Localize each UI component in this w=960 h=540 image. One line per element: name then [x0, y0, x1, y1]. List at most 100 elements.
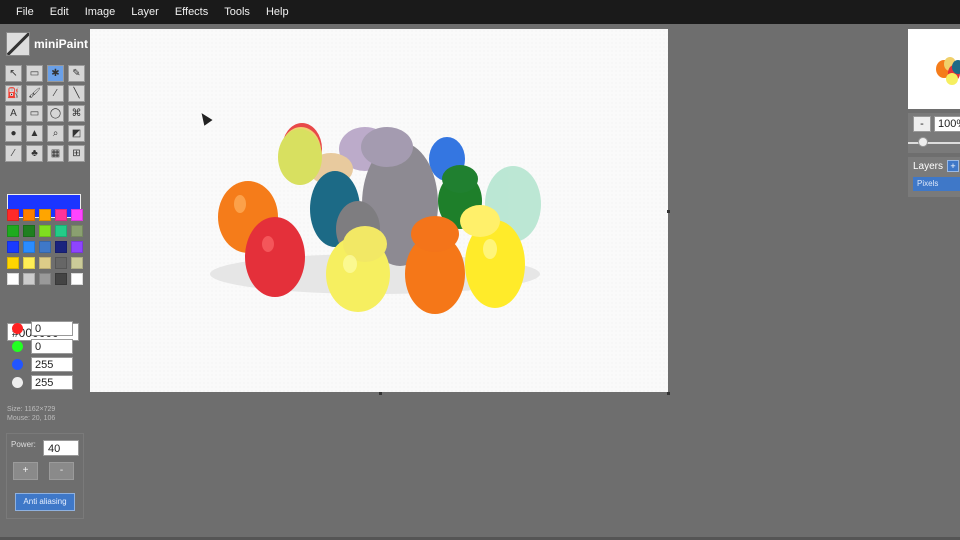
text-icon: A — [10, 108, 17, 119]
tool-button[interactable]: ▭ — [26, 65, 43, 82]
tool-button[interactable]: ◩ — [68, 125, 85, 142]
add-layer-button[interactable]: + — [947, 160, 959, 172]
channel-green: 0 — [12, 339, 73, 354]
app-logo: miniPaint — [6, 32, 88, 56]
tool-button[interactable]: ◯ — [47, 105, 64, 122]
menu-bar: File Edit Image Layer Effects Tools Help — [0, 0, 960, 24]
power-minus-button[interactable]: - — [49, 462, 74, 480]
tool-button[interactable]: A — [5, 105, 22, 122]
palette-swatch[interactable] — [23, 273, 35, 285]
palette-swatch[interactable] — [55, 209, 67, 221]
palette-swatch[interactable] — [55, 225, 67, 237]
palette-swatch[interactable] — [23, 257, 35, 269]
gradient-icon: ▦ — [50, 148, 61, 159]
palette-swatch[interactable] — [55, 241, 67, 253]
color-palette — [7, 209, 83, 285]
erase-icon: ◩ — [71, 128, 82, 139]
green-dot-icon — [12, 341, 23, 352]
palette-swatch[interactable] — [39, 273, 51, 285]
crop-icon: ⊞ — [72, 148, 81, 159]
red-value-input[interactable]: 0 — [31, 321, 73, 336]
anti-aliasing-button[interactable]: Anti aliasing — [15, 493, 75, 511]
tool-button[interactable]: ⛽ — [5, 85, 22, 102]
palette-swatch[interactable] — [7, 273, 19, 285]
select-arrow-icon: ↖ — [9, 68, 18, 79]
pencil-icon: ✎ — [72, 68, 81, 79]
layer-item[interactable]: Pixels — [913, 177, 960, 191]
palette-swatch[interactable] — [7, 241, 19, 253]
tool-button[interactable]: ● — [5, 125, 22, 142]
palette-swatch[interactable] — [23, 241, 35, 253]
layers-title: Layers — [913, 161, 944, 172]
menu-layer[interactable]: Layer — [123, 0, 167, 24]
tool-button[interactable]: ▲ — [26, 125, 43, 142]
tool-button[interactable]: ⌘ — [68, 105, 85, 122]
tool-button[interactable]: ✱ — [47, 65, 64, 82]
tool-button[interactable]: ⊞ — [68, 145, 85, 162]
attributes-panel: Power: 40 + - Anti aliasing — [6, 433, 84, 519]
clone-icon: ♣ — [31, 148, 38, 159]
tool-button[interactable]: 🖌 — [26, 85, 43, 102]
palette-swatch[interactable] — [39, 257, 51, 269]
palette-swatch[interactable] — [71, 273, 83, 285]
tool-button[interactable]: ╲ — [68, 85, 85, 102]
power-input[interactable]: 40 — [43, 440, 79, 456]
line-icon: ╲ — [73, 88, 80, 99]
gummy-bears-image — [90, 29, 668, 392]
channel-red: 0 — [12, 321, 73, 336]
palette-swatch[interactable] — [7, 257, 19, 269]
tool-button[interactable]: ⁄ — [5, 145, 22, 162]
tool-button[interactable]: ↖ — [5, 65, 22, 82]
zoom-slider-track[interactable] — [908, 142, 960, 144]
resize-handle-right[interactable] — [667, 210, 670, 213]
tool-button[interactable]: ⁄ — [47, 85, 64, 102]
navigator-preview[interactable] — [908, 29, 960, 109]
spray-icon: ⌘ — [71, 108, 82, 119]
palette-swatch[interactable] — [39, 241, 51, 253]
info-mouse: Mouse: 20, 106 — [7, 415, 56, 422]
palette-swatch[interactable] — [55, 257, 67, 269]
sharpen-icon: ▲ — [29, 128, 40, 139]
menu-image[interactable]: Image — [77, 0, 124, 24]
resize-handle-corner[interactable] — [667, 392, 670, 395]
menu-tools[interactable]: Tools — [216, 0, 258, 24]
menu-file[interactable]: File — [8, 0, 42, 24]
palette-swatch[interactable] — [71, 257, 83, 269]
green-value-input[interactable]: 0 — [31, 339, 73, 354]
palette-swatch[interactable] — [7, 209, 19, 221]
alpha-value-input[interactable]: 255 — [31, 375, 73, 390]
tool-button[interactable]: ▦ — [47, 145, 64, 162]
image-canvas[interactable] — [90, 29, 668, 392]
red-dot-icon — [12, 323, 23, 334]
rectangle-icon: ▭ — [29, 108, 40, 119]
info-size: Size: 1162×729 — [7, 406, 56, 413]
palette-swatch[interactable] — [55, 273, 67, 285]
blue-value-input[interactable]: 255 — [31, 357, 73, 372]
tool-button[interactable]: ▭ — [26, 105, 43, 122]
app-name: miniPaint — [34, 37, 89, 51]
palette-swatch[interactable] — [39, 225, 51, 237]
logo-icon — [6, 32, 30, 56]
palette-swatch[interactable] — [23, 209, 35, 221]
power-plus-button[interactable]: + — [13, 462, 38, 480]
palette-swatch[interactable] — [7, 225, 19, 237]
menu-effects[interactable]: Effects — [167, 0, 216, 24]
palette-swatch[interactable] — [71, 241, 83, 253]
resize-handle-bottom[interactable] — [379, 392, 382, 395]
tools-grid: ↖ ▭ ✱ ✎ ⛽ 🖌 ⁄ ╲ A ▭ ◯ ⌘ ● ▲ ⌕ ◩ ⁄ ♣ ▦ ⊞ — [5, 65, 85, 162]
zoom-out-button[interactable]: - — [913, 116, 931, 132]
menu-edit[interactable]: Edit — [42, 0, 77, 24]
zoom-slider-knob[interactable] — [918, 137, 928, 147]
palette-swatch[interactable] — [23, 225, 35, 237]
palette-swatch[interactable] — [71, 225, 83, 237]
blue-dot-icon — [12, 359, 23, 370]
tool-button[interactable]: ♣ — [26, 145, 43, 162]
blur-drop-icon: ● — [10, 128, 17, 139]
palette-swatch[interactable] — [39, 209, 51, 221]
zoom-value-input[interactable]: 100% — [934, 116, 960, 132]
tool-button[interactable]: ⌕ — [47, 125, 64, 142]
palette-swatch[interactable] — [71, 209, 83, 221]
menu-help[interactable]: Help — [258, 0, 297, 24]
tool-button[interactable]: ✎ — [68, 65, 85, 82]
pipette-icon: ⁄ — [12, 148, 15, 159]
